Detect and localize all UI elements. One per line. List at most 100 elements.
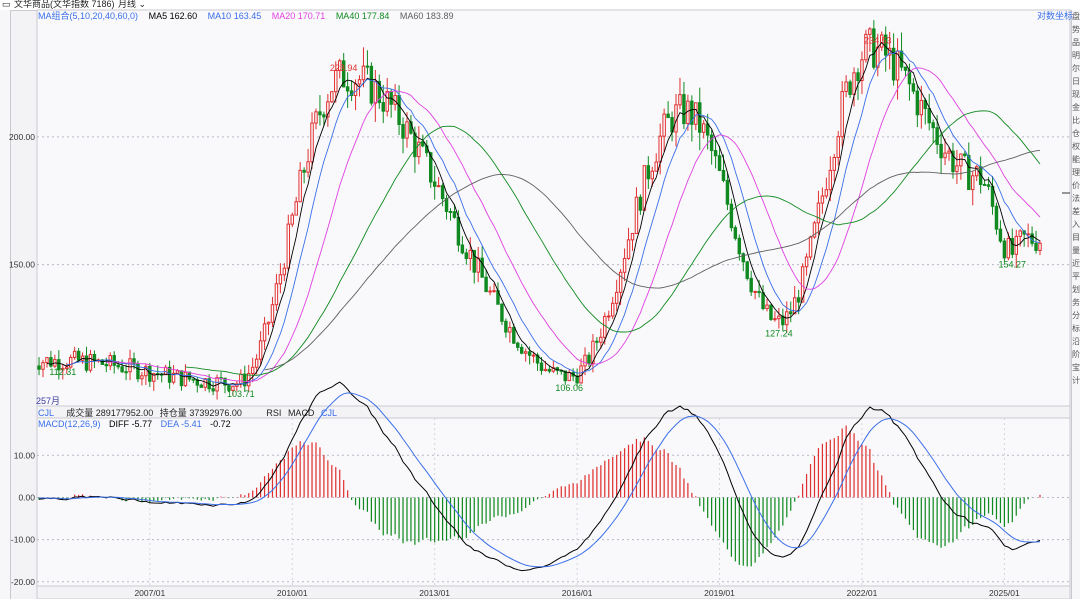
candle-body bbox=[258, 340, 263, 360]
candle-body bbox=[460, 244, 465, 254]
candle-body bbox=[733, 227, 738, 239]
peak-label-0: 223.94 bbox=[330, 63, 358, 73]
candle-body bbox=[345, 86, 350, 92]
candle-body bbox=[765, 304, 769, 309]
candle-body bbox=[266, 321, 271, 325]
candle-body bbox=[927, 108, 931, 124]
candle-body bbox=[436, 185, 441, 188]
x-tick-0: 2007/01 bbox=[134, 588, 165, 598]
candle-body bbox=[49, 357, 53, 367]
candle-body bbox=[789, 311, 793, 315]
macd-y-tick-0: 10.00 bbox=[14, 450, 36, 460]
macd-panel-header: MACD(12,26,9) DIFF -5.77 DEA -5.41 -0.72 bbox=[38, 419, 231, 430]
candle-body bbox=[239, 373, 243, 385]
log-scale-toggle[interactable]: 对数坐标 bbox=[1037, 11, 1073, 22]
candle-body bbox=[650, 170, 655, 180]
candle-body bbox=[250, 366, 255, 375]
candle-body bbox=[642, 165, 647, 211]
candle-body bbox=[519, 346, 524, 354]
candle-body bbox=[836, 136, 840, 159]
candle-body bbox=[903, 66, 908, 71]
candle-body bbox=[694, 102, 698, 125]
candle-body bbox=[872, 28, 876, 68]
candle-body bbox=[832, 157, 836, 171]
candle-body bbox=[68, 356, 73, 368]
candle-body bbox=[365, 65, 370, 68]
month-count-label: 257月 bbox=[36, 396, 61, 406]
candle-body bbox=[322, 114, 326, 118]
x-tick-1: 2010/01 bbox=[277, 588, 308, 598]
candle-body bbox=[816, 202, 821, 224]
candle-body bbox=[314, 111, 318, 124]
candle-body bbox=[140, 375, 144, 380]
trough-label-1: 103.71 bbox=[227, 389, 255, 399]
candle-body bbox=[1010, 238, 1015, 255]
x-tick-2: 2013/01 bbox=[419, 588, 450, 598]
candle-body bbox=[306, 161, 310, 173]
candle-body bbox=[1034, 242, 1038, 251]
candle-body bbox=[385, 91, 389, 112]
candle-body bbox=[448, 211, 453, 214]
macd-y-tick-2: -10.00 bbox=[11, 535, 35, 545]
candle-body bbox=[1018, 230, 1022, 237]
candle-body bbox=[45, 357, 49, 364]
candle-body bbox=[729, 203, 734, 229]
candle-body bbox=[397, 94, 401, 125]
trough-label-2: 106.06 bbox=[555, 383, 583, 393]
candle-body bbox=[464, 252, 469, 259]
candle-body bbox=[84, 355, 89, 371]
candle-body bbox=[175, 370, 180, 374]
candle-body bbox=[935, 127, 939, 145]
candle-body bbox=[737, 237, 742, 255]
candle-body bbox=[492, 290, 496, 293]
candle-body bbox=[607, 315, 611, 318]
main-panel-header: MA组合(5,10,20,40,60,0) MA5 162.60 MA10 16… bbox=[38, 11, 453, 22]
candle-body bbox=[527, 351, 532, 356]
candle-body bbox=[444, 198, 449, 213]
macd-indicator-label[interactable]: MACD(12,26,9) bbox=[38, 419, 101, 429]
volume-label: 成交量 bbox=[66, 408, 94, 418]
candle-body bbox=[1002, 240, 1007, 259]
candle-body bbox=[88, 353, 93, 371]
tab-macd[interactable]: MACD bbox=[288, 408, 315, 418]
candle-body bbox=[848, 81, 852, 95]
candle-body bbox=[278, 274, 283, 285]
candle-body bbox=[531, 354, 536, 357]
candle-body bbox=[191, 378, 196, 381]
candle-body bbox=[120, 366, 124, 373]
candle-body bbox=[128, 358, 132, 373]
legend-macd-value: -0.72 bbox=[210, 419, 231, 429]
candle-body bbox=[41, 362, 45, 370]
trough-label-4: 154.27 bbox=[999, 260, 1027, 270]
candle-body bbox=[662, 113, 666, 137]
candle-body bbox=[282, 267, 287, 276]
cjl-indicator[interactable]: CJL bbox=[38, 408, 54, 418]
candle-body bbox=[717, 155, 722, 171]
tab-rsi[interactable]: RSI bbox=[266, 408, 281, 418]
candle-body bbox=[163, 366, 168, 376]
candle-body bbox=[1038, 242, 1042, 251]
ma-indicator-label[interactable]: MA组合(5,10,20,40,60,0) bbox=[38, 11, 138, 21]
candle-body bbox=[856, 72, 860, 81]
oi-label: 持仓量 bbox=[159, 408, 187, 418]
candle-body bbox=[500, 303, 504, 322]
candle-body bbox=[915, 90, 920, 116]
candle-body bbox=[610, 302, 615, 317]
candle-body bbox=[274, 283, 279, 306]
candle-body bbox=[373, 80, 378, 104]
main-plot-frame bbox=[36, 9, 1071, 407]
candle-body bbox=[124, 371, 128, 374]
candle-body bbox=[401, 123, 405, 139]
peak-label-1: 234.53 bbox=[864, 36, 892, 46]
tab-cjl[interactable]: CJL bbox=[321, 408, 337, 418]
candle-body bbox=[543, 368, 548, 372]
x-tick-5: 2022/01 bbox=[847, 588, 878, 598]
x-tick-3: 2016/01 bbox=[562, 588, 593, 598]
candle-body bbox=[504, 320, 508, 333]
candle-body bbox=[587, 354, 591, 364]
candle-body bbox=[634, 196, 639, 234]
candle-body bbox=[334, 69, 338, 93]
candle-body bbox=[539, 362, 544, 372]
trough-label-3: 127.24 bbox=[765, 329, 793, 339]
candle-body bbox=[971, 175, 975, 191]
